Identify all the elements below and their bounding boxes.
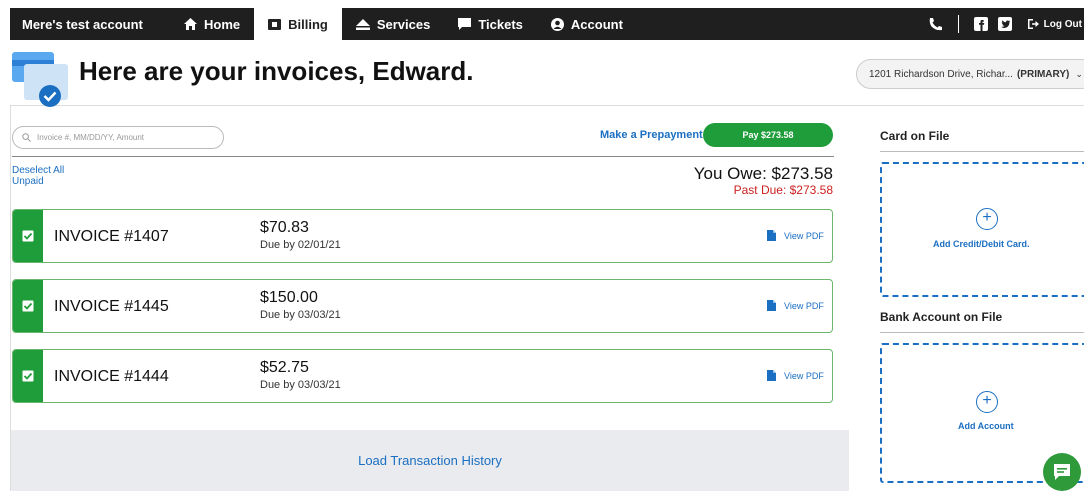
twitter-icon[interactable] [997,17,1012,31]
invoice-due-date: Due by 03/03/21 [260,309,341,321]
phone-icon[interactable] [928,17,943,32]
tab-home[interactable]: Home [170,8,254,40]
load-transaction-history-label: Load Transaction History [358,453,502,468]
tab-services-label: Services [376,16,431,32]
card-on-file-divider [880,151,1084,152]
facebook-icon[interactable] [973,17,988,31]
invoice-number: INVOICE #1445 [54,298,169,315]
invoice-number: INVOICE #1444 [54,368,169,385]
invoice-due-date: Due by 03/03/21 [260,379,341,391]
add-icon: + [976,391,998,413]
tickets-icon [458,18,472,30]
invoice-amount: $150.00 [260,289,318,306]
checkbox-checked-icon [22,370,34,382]
pay-button[interactable]: Pay $273.58 [703,123,833,147]
invoice-card[interactable]: INVOICE #1407 $70.83 Due by 02/01/21 Vie… [12,209,833,263]
view-pdf-label: View PDF [784,370,824,381]
make-prepayment-link[interactable]: Make a Prepayment [600,129,703,141]
pdf-file-icon [767,370,776,381]
invoice-checkbox[interactable] [13,210,43,262]
invoice-amount: $52.75 [260,359,309,376]
address-select[interactable]: 1201 Richardson Drive, Richar... (PRIMAR… [856,59,1084,89]
services-icon [355,18,370,30]
pay-button-label: Pay $273.58 [742,130,794,140]
nav-right-group: Log Out [923,8,1084,40]
search-placeholder: Invoice #, MM/DD/YY, Amount [37,133,145,142]
view-pdf-label: View PDF [784,230,824,241]
page-header: Here are your invoices, Edward. 1201 Ric… [10,40,1084,107]
load-transaction-history-button[interactable]: Load Transaction History [11,430,849,491]
invoice-amount: $70.83 [260,219,309,236]
logout-icon [1027,19,1039,29]
invoice-due-date: Due by 02/01/21 [260,239,341,251]
invoice-number: INVOICE #1407 [54,228,169,245]
divider [12,156,834,157]
deselect-all-link[interactable]: Deselect All [12,165,64,176]
tab-tickets-label: Tickets [478,16,523,32]
pdf-file-icon [767,230,776,241]
top-nav: Mere's test account Home Billing Service… [10,8,1084,40]
page-title: Here are your invoices, Edward. [79,56,474,86]
view-pdf-link[interactable]: View PDF [767,230,824,241]
invoice-checkbox[interactable] [13,350,43,402]
invoice-card[interactable]: INVOICE #1444 $52.75 Due by 03/03/21 Vie… [12,349,833,403]
home-icon [184,18,197,30]
billing-icon [268,18,282,30]
checkbox-checked-icon [22,300,34,312]
tab-account-label: Account [570,16,623,32]
tab-account[interactable]: Account [537,8,637,40]
nav-separator [957,15,959,33]
add-card-box[interactable]: + Add Credit/Debit Card. [880,162,1084,297]
tab-services[interactable]: Services [342,8,445,40]
logout-label: Log Out [1043,18,1082,30]
bank-account-divider [880,332,1084,333]
tab-billing[interactable]: Billing [254,8,342,40]
view-pdf-label: View PDF [784,300,824,311]
search-icon [22,133,31,142]
chevron-down-icon: ⌄ [1075,68,1083,79]
account-name[interactable]: Mere's test account [22,17,170,32]
add-card-label: Add Credit/Debit Card. [933,239,1030,249]
search-input[interactable]: Invoice #, MM/DD/YY, Amount [12,126,224,149]
address-text: 1201 Richardson Drive, Richar... [869,68,1013,80]
amount-owed: You Owe: $273.58 [693,164,833,183]
invoice-card-icon [12,52,68,107]
add-account-label: Add Account [958,421,1014,431]
view-pdf-link[interactable]: View PDF [767,300,824,311]
tab-tickets[interactable]: Tickets [444,8,537,40]
unpaid-filter-link[interactable]: Unpaid [12,176,44,187]
chat-button[interactable] [1043,453,1081,491]
bank-account-title: Bank Account on File [880,310,1003,324]
tab-home-label: Home [204,16,241,32]
logout-button[interactable]: Log Out [1027,18,1082,30]
chat-icon [1054,464,1070,480]
pdf-file-icon [767,300,776,311]
checkbox-checked-icon [22,230,34,242]
past-due-amount: Past Due: $273.58 [733,183,833,197]
address-tag: (PRIMARY) [1016,68,1070,80]
account-icon [550,17,564,31]
add-icon: + [976,208,998,230]
invoice-checkbox[interactable] [13,280,43,332]
view-pdf-link[interactable]: View PDF [767,370,824,381]
tab-billing-label: Billing [288,16,328,32]
card-on-file-title: Card on File [880,129,950,143]
invoice-card[interactable]: INVOICE #1445 $150.00 Due by 03/03/21 Vi… [12,279,833,333]
